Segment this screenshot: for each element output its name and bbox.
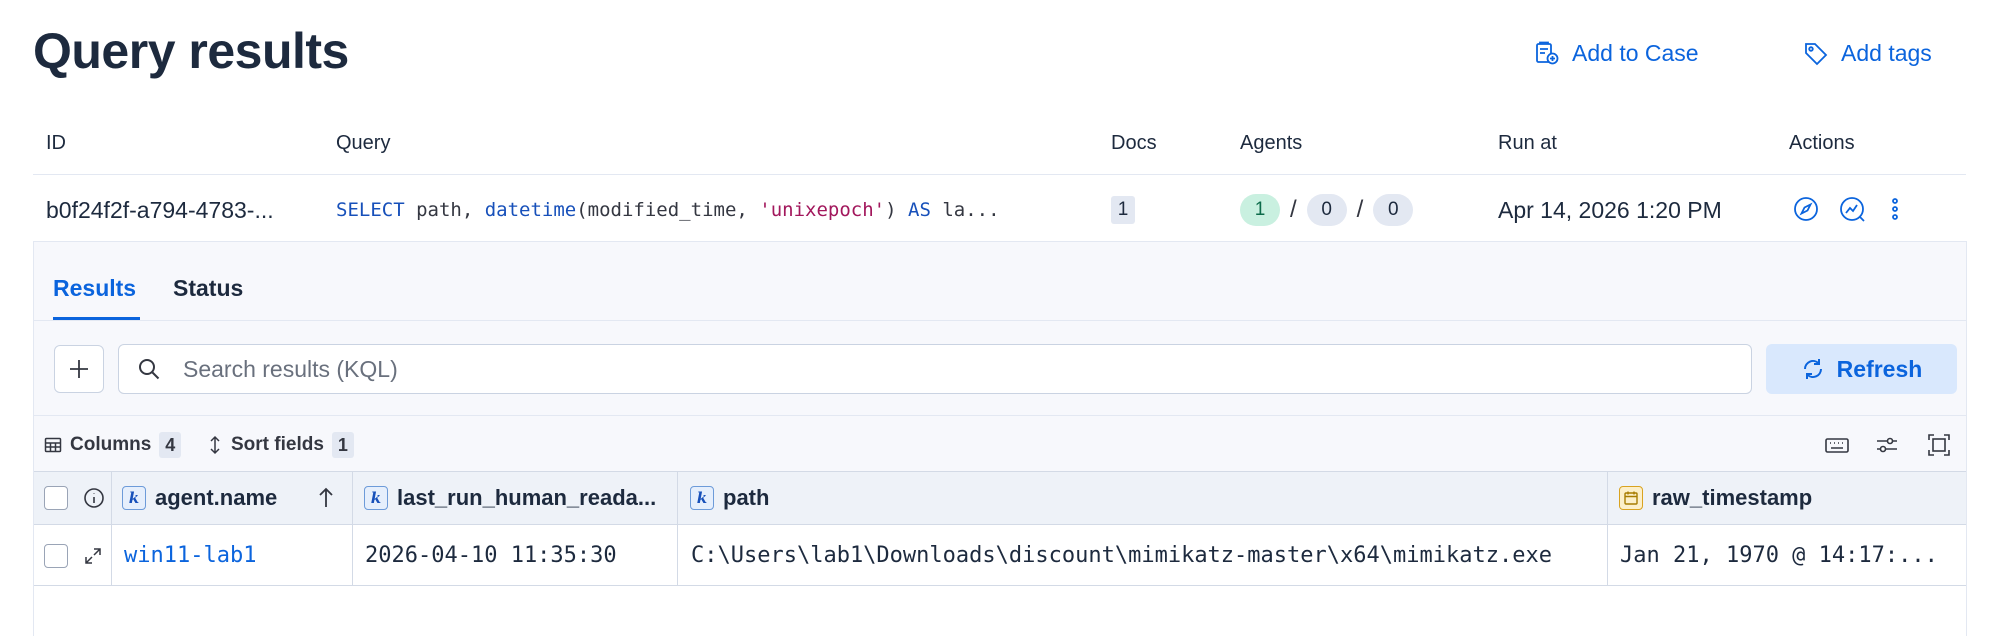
- column-header-id: ID: [46, 132, 66, 154]
- column-header-last-run[interactable]: k last_run_human_reada...: [364, 471, 656, 525]
- column-header-label: path: [723, 485, 770, 510]
- keyword-field-icon: k: [122, 486, 146, 510]
- row-checkbox[interactable]: [44, 543, 68, 568]
- tag-icon: [1803, 40, 1829, 66]
- column-header-run-at: Run at: [1498, 132, 1557, 154]
- add-tags-label: Add tags: [1841, 39, 1932, 66]
- columns-label: Columns: [70, 434, 152, 455]
- agents-separator: /: [1290, 196, 1297, 223]
- column-header-raw-timestamp[interactable]: raw_timestamp: [1619, 471, 1812, 525]
- add-to-case-button[interactable]: Add to Case: [1534, 36, 1699, 70]
- column-header-docs: Docs: [1111, 132, 1157, 154]
- select-all-checkbox[interactable]: [44, 486, 68, 510]
- date-field-icon: [1619, 486, 1643, 510]
- sql-text: la...: [930, 199, 1000, 221]
- case-icon: [1534, 40, 1560, 66]
- docs-count-badge: 1: [1111, 196, 1135, 224]
- add-filter-button[interactable]: [54, 345, 104, 393]
- keyboard-shortcuts-icon[interactable]: [1824, 432, 1850, 458]
- sql-keyword-select: SELECT: [336, 199, 405, 221]
- sort-fields-label: Sort fields: [231, 434, 324, 455]
- sql-function: datetime: [484, 199, 577, 221]
- column-divider: [1607, 471, 1608, 586]
- more-actions-icon[interactable]: [1880, 194, 1910, 224]
- tab-results[interactable]: Results: [53, 275, 136, 302]
- refresh-label: Refresh: [1836, 355, 1923, 382]
- columns-count-badge: 4: [159, 432, 182, 458]
- sql-text: ): [885, 199, 908, 221]
- agents-failed-count: 0: [1373, 194, 1414, 226]
- last-run-value: 2026-04-10 11:35:30: [365, 543, 617, 568]
- display-settings-icon[interactable]: [1874, 432, 1900, 458]
- discover-compass-icon[interactable]: [1791, 194, 1821, 224]
- path-value: C:\Users\lab1\Downloads\discount\mimikat…: [691, 543, 1552, 568]
- column-divider: [111, 471, 112, 586]
- page-title: Query results: [33, 23, 349, 79]
- agents-pending-count: 0: [1306, 194, 1347, 226]
- tabs-divider: [34, 320, 1966, 321]
- refresh-icon: [1801, 357, 1825, 381]
- info-icon[interactable]: [83, 487, 105, 509]
- agents-success-count: 1: [1240, 194, 1280, 226]
- search-icon: [137, 357, 161, 381]
- sql-string: 'unixepoch': [759, 199, 886, 221]
- tab-status[interactable]: Status: [173, 275, 243, 302]
- column-header-label: raw_timestamp: [1652, 485, 1813, 510]
- column-divider: [352, 471, 353, 586]
- query-sql: SELECT path, datetime (modified_time, 'un…: [336, 190, 1000, 230]
- agents-separator: /: [1356, 196, 1364, 223]
- column-divider: [677, 471, 678, 586]
- columns-selector[interactable]: Columns 4: [44, 431, 182, 459]
- table-divider: [33, 174, 1966, 175]
- sql-text: path,: [404, 199, 485, 221]
- sql-text: (modified_time,: [576, 199, 760, 221]
- toolbar-divider: [34, 415, 1966, 416]
- add-to-case-label: Add to Case: [1572, 39, 1699, 66]
- column-header-query: Query: [336, 132, 391, 154]
- plus-icon: [68, 358, 90, 380]
- query-id: b0f24f2f-a794-4783-...: [46, 196, 274, 223]
- lens-visualize-icon[interactable]: [1837, 194, 1867, 224]
- table-columns-icon: [44, 436, 62, 454]
- fullscreen-icon[interactable]: [1926, 432, 1952, 458]
- grid-empty-area: [34, 586, 1966, 636]
- sort-fields-selector[interactable]: Sort fields 1: [207, 431, 354, 459]
- search-input[interactable]: [183, 355, 1683, 383]
- raw-timestamp-value: Jan 21, 1970 @ 14:17:...: [1620, 543, 1938, 568]
- agents-status: 1 / 0 / 0: [1240, 190, 1414, 230]
- agent-name-link[interactable]: win11-lab1: [124, 525, 256, 586]
- sort-count-badge: 1: [331, 432, 354, 458]
- sort-icon: [207, 435, 223, 455]
- sql-keyword-as: AS: [908, 199, 931, 221]
- column-header-actions: Actions: [1789, 132, 1855, 154]
- expand-row-icon[interactable]: [83, 546, 103, 566]
- add-tags-button[interactable]: Add tags: [1803, 36, 1932, 70]
- search-bar: [118, 344, 1752, 394]
- column-header-label: agent.name: [155, 485, 278, 510]
- column-header-label: last_run_human_reada...: [397, 485, 657, 510]
- sort-ascending-arrow-icon[interactable]: [316, 486, 336, 510]
- run-at-value: Apr 14, 2026 1:20 PM: [1498, 196, 1722, 223]
- column-header-agents: Agents: [1240, 132, 1303, 154]
- keyword-field-icon: k: [364, 486, 388, 510]
- keyword-field-icon: k: [690, 486, 714, 510]
- column-header-agent-name[interactable]: k agent.name: [122, 471, 277, 525]
- refresh-button[interactable]: Refresh: [1766, 344, 1957, 394]
- column-header-path[interactable]: k path: [690, 471, 769, 525]
